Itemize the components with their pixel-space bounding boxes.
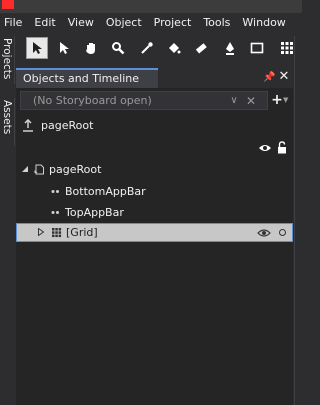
- chevron-double-down-icon[interactable]: ∨: [227, 93, 241, 109]
- expand-triangle-icon[interactable]: [21, 165, 29, 173]
- eyedropper-icon: [141, 42, 153, 54]
- storyboard-picker[interactable]: (No Storyboard open) ∨ ✕: [20, 91, 268, 110]
- menu-edit[interactable]: Edit: [28, 13, 61, 33]
- menu-window[interactable]: Window: [236, 13, 291, 33]
- menu-file[interactable]: File: [0, 13, 28, 33]
- scope-row[interactable]: pageRoot: [16, 117, 293, 135]
- pan-tool-button[interactable]: [80, 37, 102, 59]
- title-strip: [0, 0, 302, 13]
- tools-toolbar: [24, 37, 302, 61]
- direct-selection-tool-button[interactable]: [53, 37, 75, 59]
- magnifier-icon: [112, 42, 125, 55]
- app-logo-icon: [2, 0, 14, 9]
- tree-row-topappbar[interactable]: TopAppBar: [16, 203, 293, 223]
- tree-label-grid: [Grid]: [66, 226, 98, 239]
- grid-icon: [281, 42, 293, 54]
- panel-title-tab[interactable]: Objects and Timeline: [16, 68, 158, 88]
- menu-view[interactable]: View: [62, 13, 100, 33]
- lock-toggle-dot[interactable]: [279, 229, 286, 236]
- tree-label-bottomappbar: BottomAppBar: [65, 185, 146, 198]
- page-icon: [34, 164, 44, 175]
- hand-icon: [86, 43, 95, 54]
- eye-icon[interactable]: [258, 142, 272, 154]
- right-edge-strip: [294, 36, 302, 405]
- brush-transform-tool-button[interactable]: [190, 37, 212, 59]
- objects-and-timeline-panel: Objects and Timeline 📌 ✕ (No Storyboard …: [16, 68, 293, 405]
- direct-select-icon: [60, 42, 69, 54]
- close-icon[interactable]: ✕: [277, 70, 291, 84]
- tree-row-grid-selected[interactable]: [Grid]: [16, 223, 293, 242]
- close-storyboard-icon[interactable]: ✕: [244, 93, 258, 109]
- appbar-node-icon: [51, 211, 59, 214]
- menu-object[interactable]: Object: [100, 13, 148, 33]
- tab-assets-label: Assets: [1, 100, 13, 135]
- storyboard-picker-text: (No Storyboard open): [33, 94, 152, 107]
- paint-bucket-tool-button[interactable]: [163, 37, 185, 59]
- collapsed-triangle-icon[interactable]: [37, 228, 45, 236]
- rectangle-tool-button[interactable]: [246, 37, 268, 59]
- brush-transform-icon: [195, 43, 207, 54]
- menu-project[interactable]: Project: [148, 13, 198, 33]
- storyboard-row: (No Storyboard open) ∨ ✕ + ▼: [16, 90, 293, 110]
- appbar-node-icon: [51, 190, 59, 193]
- arrow-cursor-icon: [33, 42, 42, 54]
- left-tab-rail: Projects Assets: [0, 36, 15, 405]
- eyedropper-tool-button[interactable]: [136, 37, 158, 59]
- menu-tools[interactable]: Tools: [197, 13, 236, 33]
- pin-icon[interactable]: 📌: [263, 71, 275, 85]
- pen-icon: [226, 42, 234, 55]
- tab-projects[interactable]: Projects: [0, 36, 15, 84]
- menu-bar: File Edit View Object Project Tools Wind…: [0, 13, 302, 33]
- tree-label-topappbar: TopAppBar: [65, 206, 124, 219]
- paint-bucket-icon: [169, 43, 181, 54]
- rectangle-icon: [250, 42, 264, 54]
- selection-tool-button[interactable]: [26, 37, 48, 59]
- plus-icon[interactable]: +: [271, 92, 283, 108]
- grid-node-icon: [52, 228, 62, 238]
- lock-icon[interactable]: [277, 141, 287, 154]
- pen-tool-button[interactable]: [219, 37, 241, 59]
- tree-label-pageroot: pageRoot: [49, 163, 102, 176]
- panel-header: Objects and Timeline 📌 ✕: [16, 68, 293, 88]
- eye-icon[interactable]: [257, 227, 271, 239]
- scope-label: pageRoot: [41, 119, 94, 132]
- tab-assets[interactable]: Assets: [0, 98, 15, 146]
- scope-up-icon[interactable]: [22, 119, 34, 133]
- tree-row-bottomappbar[interactable]: BottomAppBar: [16, 182, 293, 202]
- chevron-down-icon[interactable]: ▼: [283, 94, 291, 106]
- tree-row-pageroot[interactable]: pageRoot: [16, 160, 293, 180]
- tab-projects-label: Projects: [1, 38, 13, 80]
- zoom-tool-button[interactable]: [107, 37, 129, 59]
- visibility-header-row: [16, 140, 293, 156]
